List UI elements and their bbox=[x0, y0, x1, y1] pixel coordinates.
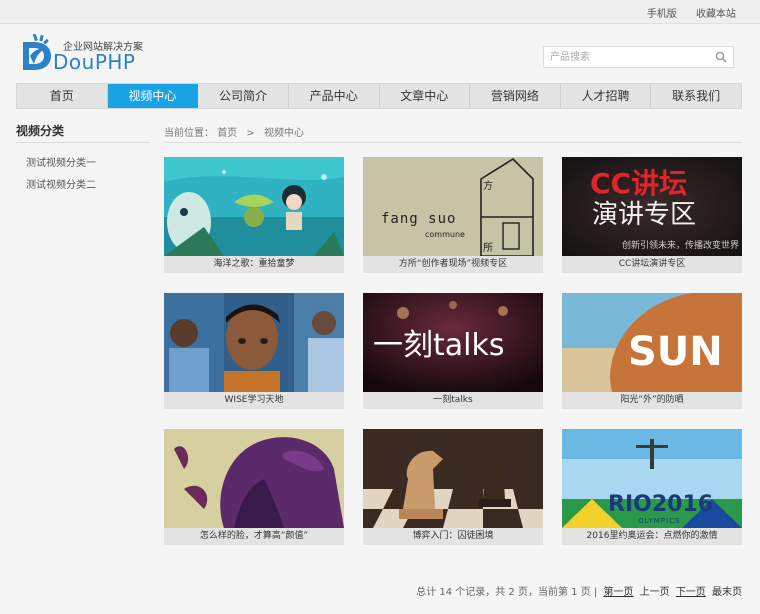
nav-item-jobs[interactable]: 人才招聘 bbox=[561, 84, 652, 108]
top-links: 手机版 收藏本站 bbox=[631, 5, 736, 20]
video-card[interactable]: 方 fang suo commune 所 方所“创作者现场”视频专区 bbox=[363, 157, 543, 273]
pagination-summary: 总计 14 个记录，共 2 页，当前第 1 页 | bbox=[416, 587, 598, 598]
nav-item-home[interactable]: 首页 bbox=[17, 84, 108, 108]
video-caption[interactable]: 方所“创作者现场”视频专区 bbox=[363, 256, 543, 273]
content-divider bbox=[164, 142, 742, 143]
sidebar-divider bbox=[16, 142, 150, 143]
video-caption[interactable]: 怎么样的脸，才算高“颜值” bbox=[164, 528, 344, 545]
first-page-link[interactable]: 第一页 bbox=[603, 587, 633, 598]
nav-item-articles[interactable]: 文章中心 bbox=[380, 84, 471, 108]
video-thumbnail[interactable] bbox=[164, 293, 344, 392]
art-title: CC讲坛 bbox=[590, 167, 687, 200]
art-text-main: SUN bbox=[628, 329, 723, 375]
logo-mark-icon bbox=[23, 34, 51, 70]
nav-item-products[interactable]: 产品中心 bbox=[289, 84, 380, 108]
video-caption[interactable]: 海洋之歌：重拾童梦 bbox=[164, 256, 344, 273]
art-text-sub: commune bbox=[425, 230, 465, 239]
art-text-main: fang suo bbox=[381, 211, 456, 227]
art-text-main: 演讲专区 bbox=[592, 200, 696, 230]
video-caption[interactable]: CC讲坛演讲专区 bbox=[562, 256, 742, 273]
video-card[interactable]: CC讲坛 演讲专区 创新引领未来，传播改变世界 CC讲坛演讲专区 bbox=[562, 157, 742, 273]
last-page-link[interactable]: 最末页 bbox=[712, 587, 742, 598]
video-thumbnail[interactable]: 一刻talks bbox=[363, 293, 543, 392]
art-text-bottom: 所 bbox=[483, 242, 493, 254]
video-caption[interactable]: 2016里约奥运会：点燃你的激情 bbox=[562, 528, 742, 545]
nav-item-contact[interactable]: 联系我们 bbox=[651, 84, 741, 108]
video-caption[interactable]: 一刻talks bbox=[363, 392, 543, 409]
video-caption[interactable]: WISE学习天地 bbox=[164, 392, 344, 409]
video-card[interactable]: WISE学习天地 bbox=[164, 293, 344, 409]
video-card[interactable]: 一刻talks 一刻talks bbox=[363, 293, 543, 409]
art-text-main: RIO2016 bbox=[608, 492, 713, 517]
breadcrumb-separator: > bbox=[246, 128, 255, 139]
nav-item-network[interactable]: 营销网络 bbox=[470, 84, 561, 108]
breadcrumb: 当前位置： 首页 > 视频中心 bbox=[164, 124, 304, 139]
video-thumbnail[interactable] bbox=[164, 157, 344, 256]
logo[interactable]: 企业网站解决方案 DouPHP bbox=[20, 34, 150, 74]
video-thumbnail[interactable]: RIO2016 OLYMPICS bbox=[562, 429, 742, 528]
video-card[interactable]: SUN 阳光“外”的防晒 bbox=[562, 293, 742, 409]
art-text-top: 方 bbox=[483, 179, 493, 192]
video-thumbnail[interactable]: 方 fang suo commune 所 bbox=[363, 157, 543, 256]
art-text-sub: OLYMPICS bbox=[638, 517, 680, 525]
pagination: 总计 14 个记录，共 2 页，当前第 1 页 | 第一页 上一页 下一页 最末… bbox=[416, 583, 742, 598]
breadcrumb-prefix: 当前位置： bbox=[164, 128, 214, 139]
video-thumbnail[interactable] bbox=[363, 429, 543, 528]
bookmark-link[interactable]: 收藏本站 bbox=[696, 9, 736, 20]
mobile-link[interactable]: 手机版 bbox=[647, 9, 677, 20]
video-card[interactable]: 海洋之歌：重拾童梦 bbox=[164, 157, 344, 273]
video-caption[interactable]: 阳光“外”的防晒 bbox=[562, 392, 742, 409]
search-box bbox=[543, 46, 734, 68]
video-thumbnail[interactable]: SUN bbox=[562, 293, 742, 392]
art-text-main: 一刻talks bbox=[373, 328, 504, 363]
video-card[interactable]: 博弈入门：囚徒困境 bbox=[363, 429, 543, 545]
video-thumbnail[interactable] bbox=[164, 429, 344, 528]
sidebar-item-category-1[interactable]: 测试视频分类一 bbox=[26, 154, 96, 169]
video-card[interactable]: 怎么样的脸，才算高“颜值” bbox=[164, 429, 344, 545]
sidebar-title: 视频分类 bbox=[16, 124, 65, 138]
search-icon[interactable] bbox=[715, 51, 727, 63]
video-thumbnail[interactable]: CC讲坛 演讲专区 创新引领未来，传播改变世界 bbox=[562, 157, 742, 256]
breadcrumb-home[interactable]: 首页 bbox=[217, 128, 237, 139]
next-page-link[interactable]: 下一页 bbox=[676, 587, 706, 598]
video-caption[interactable]: 博弈入门：囚徒困境 bbox=[363, 528, 543, 545]
nav-item-about[interactable]: 公司简介 bbox=[198, 84, 289, 108]
breadcrumb-current: 视频中心 bbox=[263, 128, 304, 139]
video-card[interactable]: RIO2016 OLYMPICS 2016里约奥运会：点燃你的激情 bbox=[562, 429, 742, 545]
top-bar: 手机版 收藏本站 bbox=[0, 0, 760, 24]
main-nav: 首页 视频中心 公司简介 产品中心 文章中心 营销网络 人才招聘 联系我们 bbox=[16, 83, 742, 109]
logo-wordmark: DouPHP bbox=[53, 50, 136, 74]
prev-page-link[interactable]: 上一页 bbox=[640, 587, 670, 598]
nav-item-video[interactable]: 视频中心 bbox=[107, 84, 199, 108]
art-text-sub: 创新引领未来，传播改变世界 bbox=[622, 239, 739, 251]
search-input[interactable] bbox=[544, 47, 704, 67]
sidebar-item-category-2[interactable]: 测试视频分类二 bbox=[26, 176, 96, 191]
